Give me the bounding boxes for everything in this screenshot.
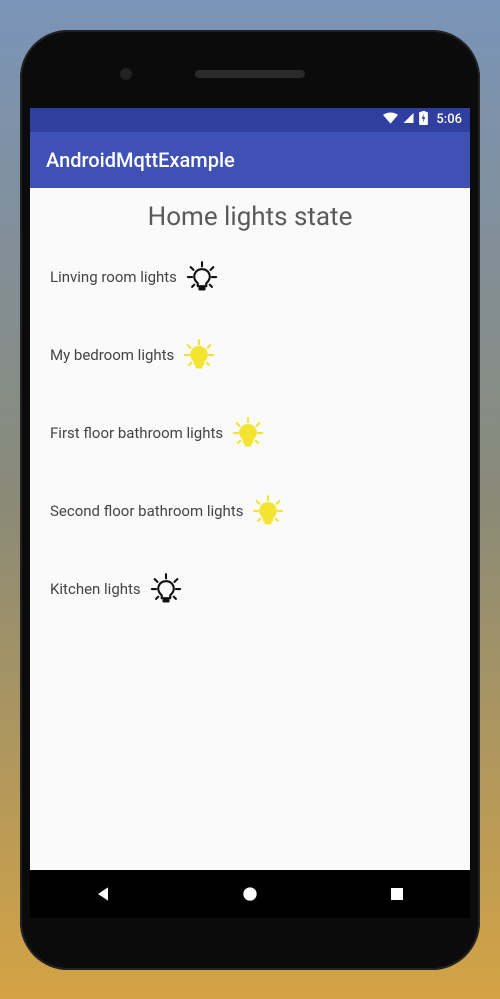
light-row: My bedroom lights [50, 338, 450, 372]
nav-home-button[interactable] [210, 870, 290, 918]
lightbulb-on-icon[interactable] [251, 494, 285, 528]
cellular-icon [402, 112, 415, 128]
app-title: AndroidMqttExample [46, 148, 235, 172]
light-label: Kitchen lights [50, 580, 141, 598]
phone-top-bezel [30, 40, 470, 108]
light-row: Second floor bathroom lights [50, 494, 450, 528]
phone-frame: 5:06 AndroidMqttExample Home lights stat… [20, 30, 480, 970]
wifi-icon [383, 112, 398, 128]
lightbulb-on-icon[interactable] [231, 416, 265, 450]
light-label: First floor bathroom lights [50, 424, 223, 442]
content: Home lights state Linving room lights My… [30, 188, 470, 870]
app-bar: AndroidMqttExample [30, 132, 470, 188]
light-label: Linving room lights [50, 268, 177, 286]
lightbulb-off-icon[interactable] [185, 260, 219, 294]
light-row: Kitchen lights [50, 572, 450, 606]
nav-back-button[interactable] [63, 870, 143, 918]
lightbulb-off-icon[interactable] [149, 572, 183, 606]
screen: 5:06 AndroidMqttExample Home lights stat… [30, 108, 470, 918]
triangle-back-icon [93, 884, 113, 904]
square-recent-icon [388, 885, 406, 903]
battery-charging-icon [419, 111, 428, 129]
status-bar: 5:06 [30, 108, 470, 132]
status-time: 5:06 [436, 112, 462, 127]
lightbulb-on-icon[interactable] [182, 338, 216, 372]
lights-list: Linving room lights My bedroom lights Fi… [50, 260, 450, 606]
nav-recent-button[interactable] [357, 870, 437, 918]
light-label: My bedroom lights [50, 346, 174, 364]
light-label: Second floor bathroom lights [50, 502, 243, 520]
light-row: Linving room lights [50, 260, 450, 294]
phone-camera [120, 68, 132, 80]
phone-speaker [195, 70, 305, 78]
circle-home-icon [240, 884, 260, 904]
navigation-bar [30, 870, 470, 918]
page-title: Home lights state [50, 202, 450, 232]
light-row: First floor bathroom lights [50, 416, 450, 450]
phone-bottom-bezel [30, 918, 470, 960]
